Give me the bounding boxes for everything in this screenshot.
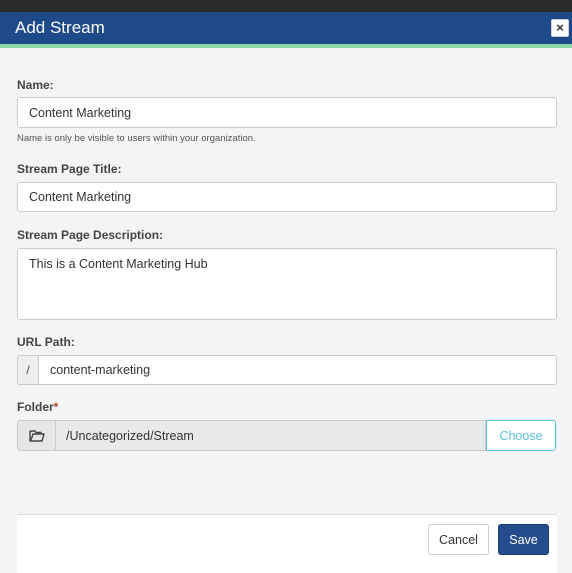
app-background-strip <box>0 0 572 12</box>
dialog-header: Add Stream × <box>0 12 572 44</box>
name-hint: Name is only be visible to users within … <box>17 133 256 144</box>
page-description-textarea[interactable]: This is a Content Marketing Hub <box>17 248 557 320</box>
url-path-input[interactable]: content-marketing <box>38 355 557 385</box>
add-stream-dialog: Add Stream × Name: Content Marketing Nam… <box>0 12 572 573</box>
page-title-label: Stream Page Title: <box>17 162 122 176</box>
url-path-group: / content-marketing <box>17 355 557 385</box>
folder-path-field: /Uncategorized/Stream <box>55 420 486 451</box>
choose-folder-button[interactable]: Choose <box>486 420 556 451</box>
dialog-footer: Cancel Save <box>17 514 557 573</box>
page-title-input[interactable]: Content Marketing <box>17 182 557 212</box>
folder-label: Folder* <box>17 400 58 414</box>
save-button[interactable]: Save <box>498 524 549 555</box>
name-input[interactable]: Content Marketing <box>17 97 557 128</box>
header-accent-bar <box>0 44 572 48</box>
folder-open-icon <box>17 420 55 451</box>
url-prefix: / <box>17 355 38 385</box>
folder-label-text: Folder <box>17 400 54 414</box>
close-button[interactable]: × <box>551 19 569 37</box>
required-marker: * <box>53 400 59 414</box>
page-description-label: Stream Page Description: <box>17 228 164 242</box>
dialog-title: Add Stream <box>15 18 105 37</box>
url-path-label: URL Path: <box>17 335 75 349</box>
name-label: Name: <box>17 78 54 92</box>
cancel-button[interactable]: Cancel <box>428 524 489 555</box>
folder-group: /Uncategorized/Stream Choose <box>17 420 556 451</box>
